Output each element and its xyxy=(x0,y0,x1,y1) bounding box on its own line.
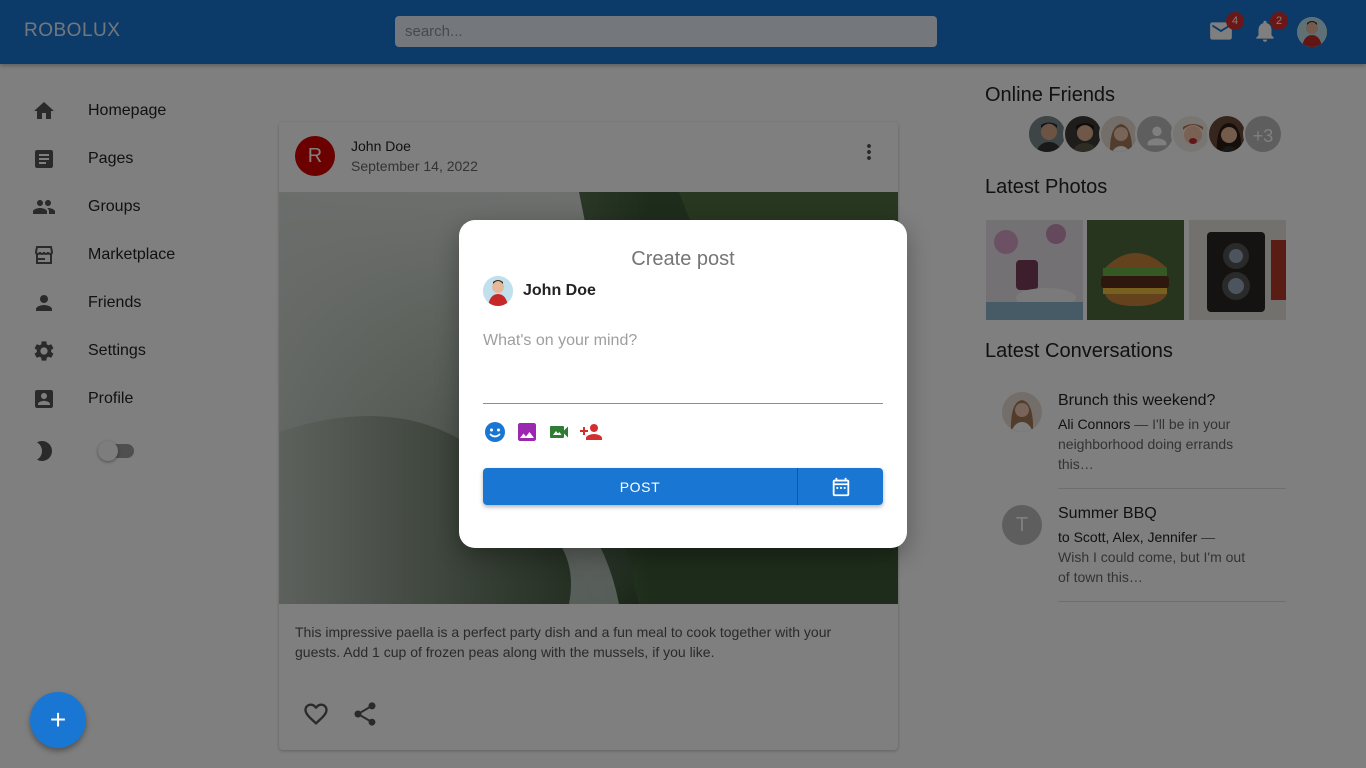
add-fab-button[interactable]: + xyxy=(30,692,86,748)
image-icon[interactable] xyxy=(515,420,539,444)
post-button-group: POST xyxy=(483,468,883,505)
emoji-icon[interactable] xyxy=(483,420,507,444)
video-camera-icon[interactable] xyxy=(547,420,571,444)
person-add-icon[interactable] xyxy=(579,420,603,444)
create-post-modal: Create post John Doe POST xyxy=(459,220,907,548)
calendar-icon xyxy=(832,477,849,496)
modal-user-avatar xyxy=(483,276,513,306)
schedule-button[interactable] xyxy=(798,468,883,505)
post-button[interactable]: POST xyxy=(483,468,798,505)
modal-title: Create post xyxy=(631,248,735,270)
modal-user-name: John Doe xyxy=(523,282,596,299)
post-content-input[interactable] xyxy=(483,328,883,404)
